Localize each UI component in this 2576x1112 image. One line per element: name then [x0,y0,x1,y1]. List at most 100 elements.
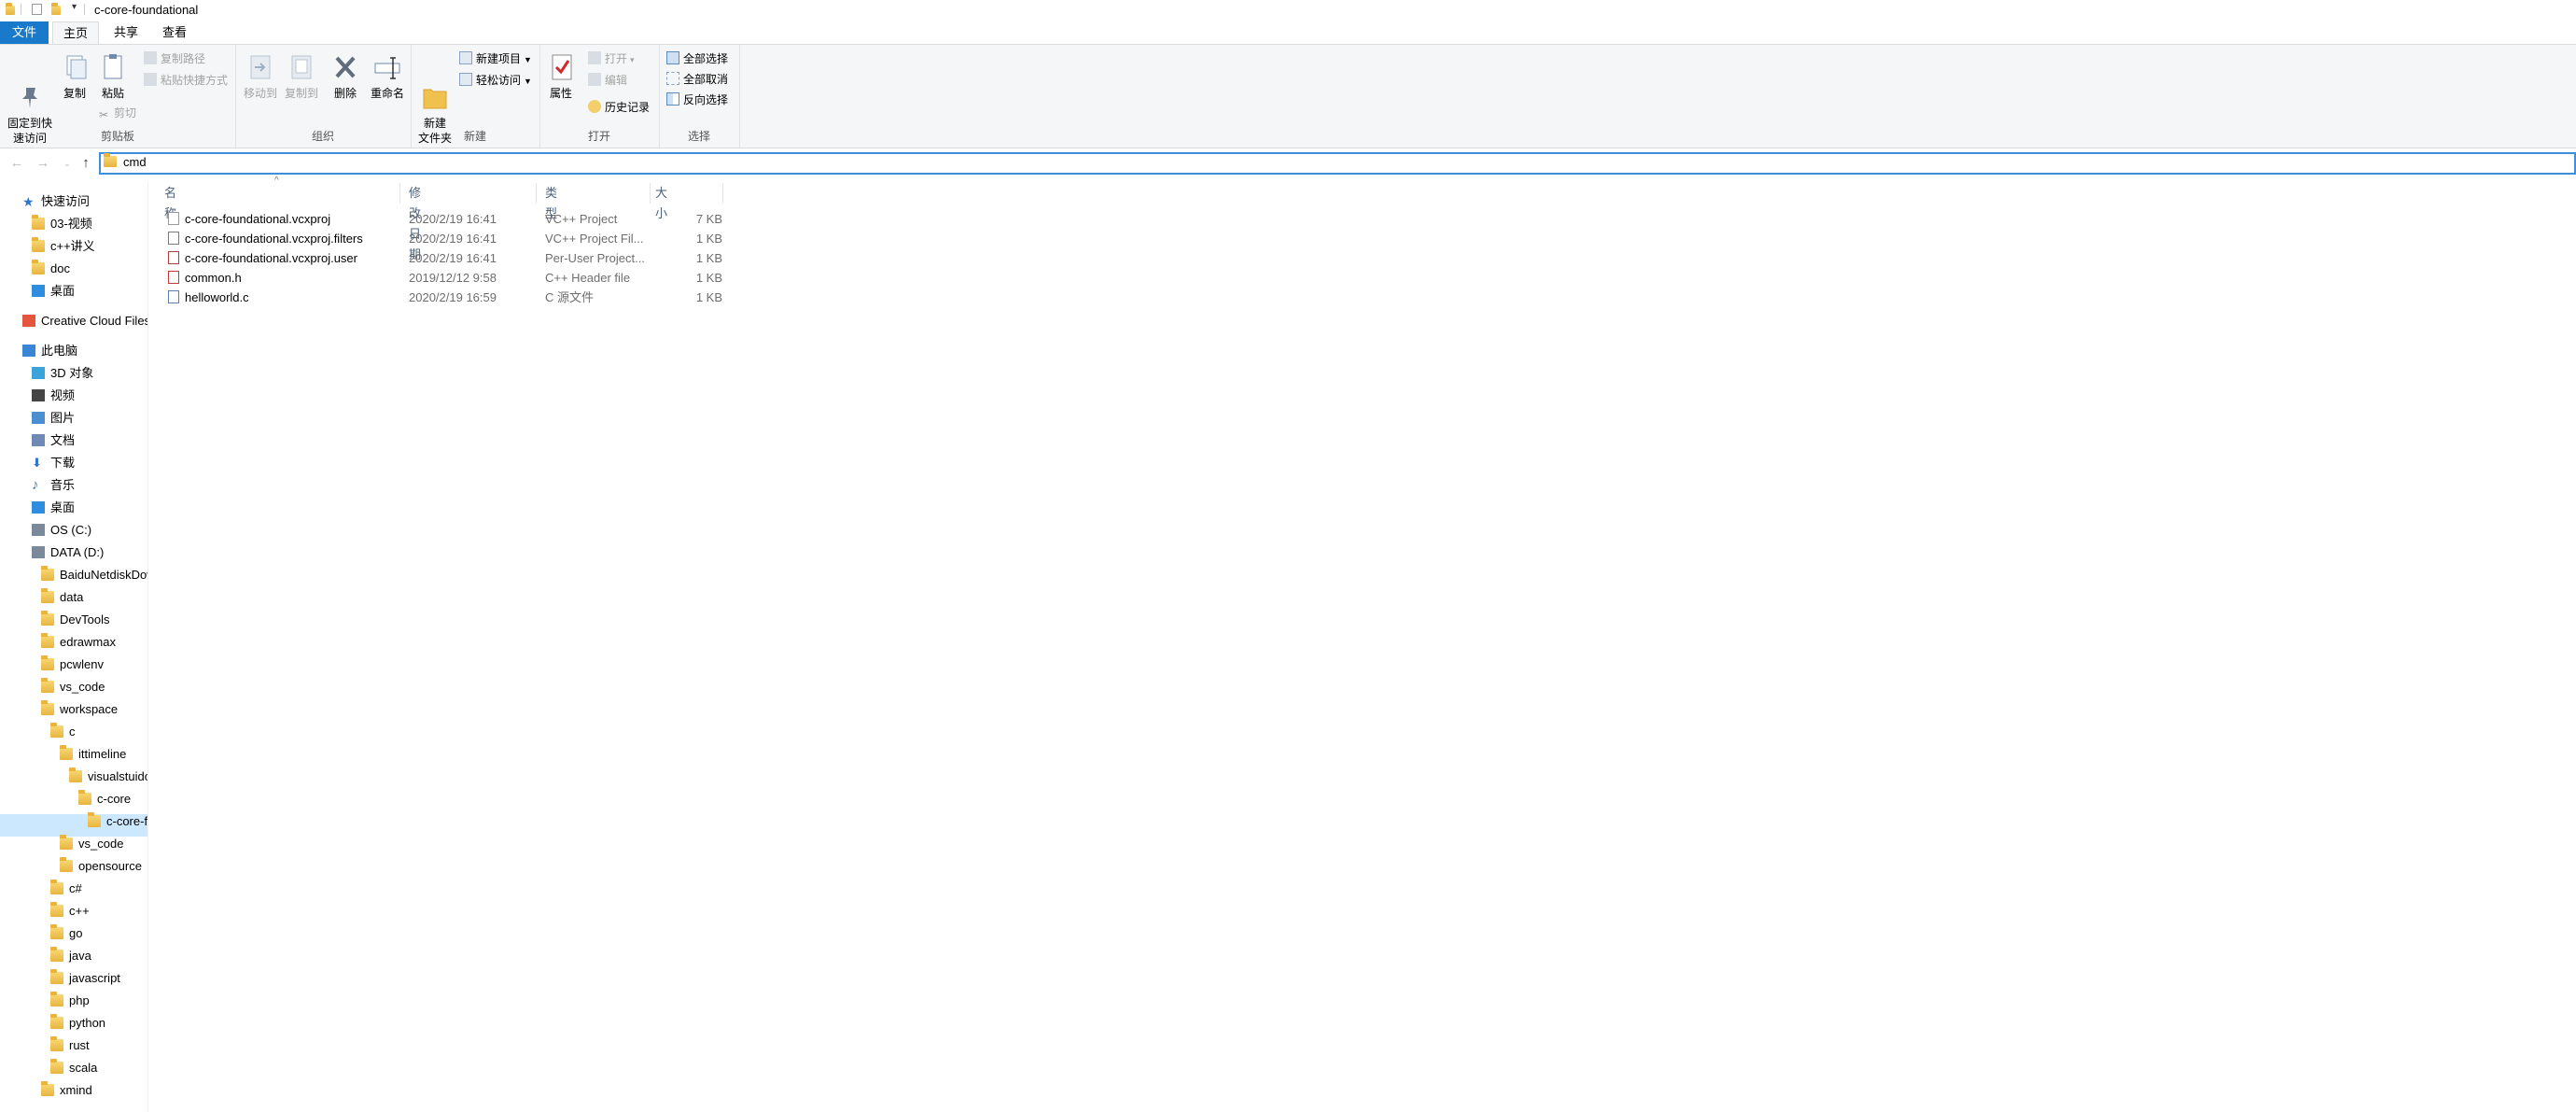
invert-selection-button[interactable]: 反向选择 [666,91,728,109]
nav-item-label: 桌面 [50,500,76,514]
copy-path-button[interactable]: 复制路径 [144,49,205,68]
tab-home[interactable]: 主页 [52,21,99,44]
recent-locations-icon[interactable]: ⌄ [58,154,77,173]
column-divider[interactable] [722,183,723,204]
tab-view[interactable]: 查看 [153,21,196,44]
copy-button[interactable]: 复制 [56,50,93,101]
nav-item[interactable]: 3D 对象 [0,362,147,385]
tab-file[interactable]: 文件 [0,21,49,44]
nav-item[interactable]: workspace [0,698,147,721]
file-row[interactable]: helloworld.c 2020/2/19 16:59 C 源文件 1 KB [159,288,722,307]
nav-item[interactable]: 图片 [0,407,147,429]
new-folder-icon[interactable] [51,3,61,15]
properties-icon[interactable] [32,4,42,15]
pin-icon [13,65,47,108]
nav-item[interactable]: 桌面 [0,280,147,303]
nav-item[interactable]: php [0,990,147,1012]
address-input[interactable]: cmd [123,155,147,169]
nav-item[interactable]: c++讲义 [0,235,147,258]
file-row[interactable]: c-core-foundational.vcxproj.user 2020/2/1… [159,248,722,268]
organize-group: 移动到 复制到 删除 重命名 组织 [235,45,412,148]
copy-to-button[interactable]: 复制到 [282,50,321,101]
nav-item-label: c++ [69,904,90,918]
new-item-button[interactable]: 新建项目 ▼ [459,49,532,68]
nav-item[interactable]: pcwlenv [0,654,147,676]
nav-item[interactable]: scala [0,1057,147,1079]
invert-selection-label: 反向选择 [683,93,729,106]
select-none-button[interactable]: 全部取消 [666,70,728,89]
paste-button[interactable]: 粘贴 [93,50,133,101]
nav-item[interactable]: go [0,922,147,945]
column-divider[interactable] [536,183,537,204]
nav-item[interactable]: DevTools [0,609,147,631]
nav-item[interactable]: java [0,945,147,967]
file-type: VC++ Project [545,212,618,226]
new-group: 新建 文件夹 新建项目 ▼ 轻松访问 ▼ 新建 [411,45,540,148]
nav-item[interactable]: OS (C:) [0,519,147,542]
nav-item[interactable]: ♪ 音乐 [0,474,147,497]
file-row[interactable]: c-core-foundational.vcxproj.filters 2020/… [159,229,722,248]
nav-item[interactable]: vs_code [0,833,147,855]
column-divider[interactable] [399,183,400,204]
column-divider[interactable] [650,183,651,204]
edit-button[interactable]: 编辑 [588,71,627,90]
nav-item[interactable]: ★ 快速访问 [0,190,147,213]
nav-item[interactable]: 03-视频 [0,213,147,235]
nav-item[interactable]: ⬇ 下载 [0,452,147,474]
file-row[interactable]: c-core-foundational.vcxproj 2020/2/19 16:… [159,209,722,229]
nav-item[interactable]: c [0,721,147,743]
nav-item[interactable]: visualstuido2 [0,766,147,788]
easy-access-button[interactable]: 轻松访问 ▼ [459,71,532,90]
pane-divider[interactable] [147,183,148,1112]
column-modified[interactable]: 修改日期 [409,183,421,261]
address-bar[interactable]: cmd [99,152,2576,175]
invert-selection-icon [666,92,679,106]
nav-item-label: javascript [69,971,120,985]
properties-button[interactable]: 属性 [545,50,577,101]
history-button[interactable]: 历史记录 [588,98,650,117]
file-row[interactable]: common.h 2019/12/12 9:58 C++ Header file 1 … [159,268,722,288]
navigation-pane: ★ 快速访问 03-视频 c++讲义 doc 桌面 Creative Cloud Files… [0,183,147,1112]
open-button[interactable]: 打开 ▾ [588,49,635,68]
nav-item[interactable]: 桌面 [0,497,147,519]
column-type[interactable]: 类型 [545,183,557,220]
cut-button[interactable]: ✂ 剪切 [97,104,136,122]
nav-item[interactable]: doc [0,258,147,280]
nav-item[interactable]: data [0,586,147,609]
nav-item[interactable]: c++ [0,900,147,922]
column-size[interactable]: 大小 [655,183,667,220]
customize-toolbar-icon[interactable]: ▾ [72,2,77,15]
select-all-button[interactable]: 全部选择 [666,49,728,68]
nav-item[interactable]: vs_code [0,676,147,698]
delete-button[interactable]: 删除 [327,50,364,101]
nav-item[interactable]: xmind [0,1079,147,1102]
copy-label: 复制 [63,87,86,100]
rename-button[interactable]: 重命名 [366,50,409,101]
nav-item[interactable]: ittimeline [0,743,147,766]
back-arrow-icon[interactable]: ← [7,154,26,173]
nav-item[interactable]: c# [0,878,147,900]
nav-item[interactable]: 文档 [0,429,147,452]
nav-item[interactable]: c-core-fo [0,810,147,833]
tab-share[interactable]: 共享 [105,21,147,44]
nav-item[interactable]: BaiduNetdiskDownload [0,564,147,586]
nav-item[interactable]: c-core [0,788,147,810]
nav-item[interactable]: javascript [0,967,147,990]
nav-item[interactable]: python [0,1012,147,1035]
up-arrow-icon[interactable]: ↑ [77,154,95,173]
nav-item[interactable]: 此电脑 [0,340,147,362]
paste-shortcut-button[interactable]: 粘贴快捷方式 [144,71,228,90]
nav-item[interactable]: opensource [0,855,147,878]
nav-item[interactable]: edrawmax [0,631,147,654]
paste-icon [96,50,130,84]
nav-item[interactable]: rust [0,1035,147,1057]
properties-label: 属性 [549,87,572,100]
document-icon [32,434,45,446]
move-to-button[interactable]: 移动到 [241,50,280,101]
nav-item[interactable]: 视频 [0,385,147,407]
forward-arrow-icon[interactable]: → [34,154,52,173]
nav-item[interactable]: DATA (D:) [0,542,147,564]
nav-item[interactable]: Creative Cloud Files [0,310,147,332]
column-name[interactable]: 名称 [164,183,176,220]
nav-item-label: vs_code [60,680,105,694]
